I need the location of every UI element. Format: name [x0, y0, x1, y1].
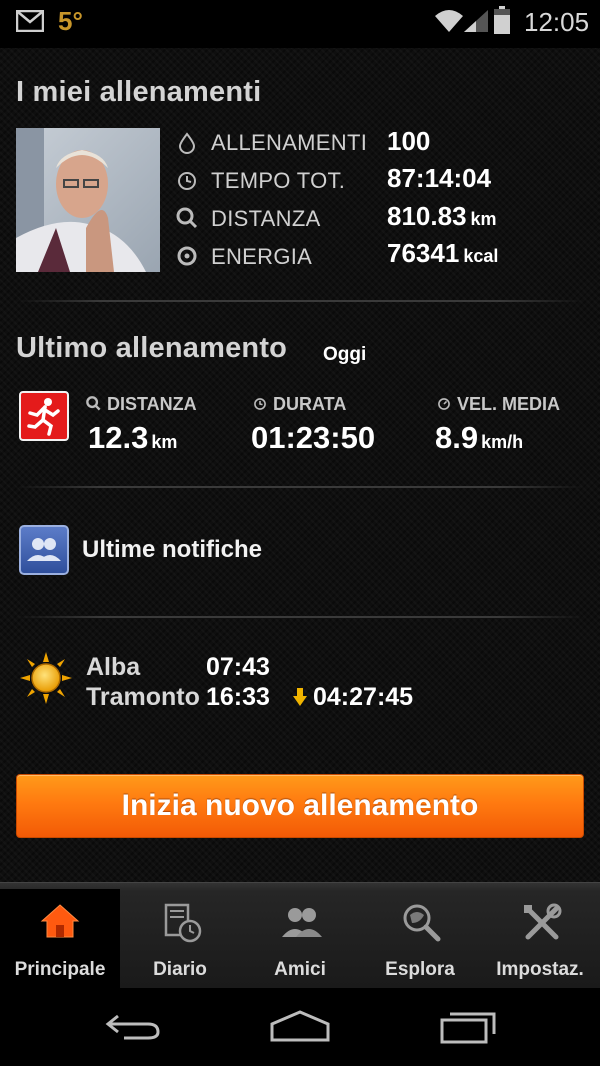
weather-temperature: 5°	[58, 6, 83, 36]
energy-icon	[177, 246, 197, 266]
tab-settings[interactable]: Impostaz.	[480, 889, 600, 989]
day-length: 04:27:45	[293, 683, 413, 712]
speed-icon	[438, 398, 450, 410]
stat-value-distance: 810.83 km	[387, 201, 497, 231]
last-speed-value: 8.9 km/h	[435, 420, 524, 455]
friends-icon[interactable]	[19, 525, 69, 575]
tab-home[interactable]: Principale	[0, 889, 120, 989]
stat-label-total-time: TEMPO TOT.	[211, 168, 346, 193]
sunrise-time: 07:43	[206, 653, 270, 681]
back-icon[interactable]	[104, 1006, 164, 1046]
drop-icon	[178, 132, 196, 154]
sunset-label: Tramonto	[86, 683, 200, 711]
last-distance-label: DISTANZA	[86, 394, 197, 415]
diary-icon	[164, 903, 202, 943]
last-distance-value: 12.3 km	[88, 420, 178, 455]
user-photo	[16, 128, 160, 272]
battery-icon	[494, 6, 510, 34]
last-duration-label: DURATA	[253, 394, 346, 415]
home-nav-icon[interactable]	[268, 1006, 332, 1046]
clock-icon	[178, 172, 196, 190]
sun-icon	[20, 652, 72, 704]
last-speed-label: VEL. MEDIA	[437, 394, 560, 415]
tab-diary[interactable]: Diario	[120, 889, 240, 989]
divider	[16, 300, 584, 302]
notifications-link[interactable]: Ultime notifiche	[82, 536, 262, 564]
system-nav-bar	[0, 988, 600, 1066]
stat-label-workouts: ALLENAMENTI	[211, 130, 368, 155]
gmail-icon	[16, 10, 44, 32]
stat-value-energy: 76341 kcal	[387, 238, 499, 268]
last-duration-value: 01:23:50	[251, 420, 376, 455]
friends-icon	[282, 908, 322, 937]
divider	[16, 616, 584, 618]
tab-friends[interactable]: Amici	[240, 889, 360, 989]
start-workout-button[interactable]: Inizia nuovo allenamento	[16, 774, 584, 838]
profile-section-title[interactable]: I miei allenamenti	[16, 76, 261, 109]
last-workout-title[interactable]: Ultimo allenamento	[16, 332, 287, 365]
arrow-down-icon	[293, 688, 307, 706]
sunrise-label: Alba	[86, 653, 141, 681]
clock-time: 12:05	[524, 7, 590, 37]
stat-value-workouts: 100	[387, 126, 431, 156]
tab-explore[interactable]: Esplora	[360, 889, 480, 989]
distance-icon	[176, 207, 198, 229]
status-bar: 5° 12:05	[0, 0, 600, 48]
last-workout-date: Oggi	[323, 344, 367, 365]
settings-icon	[524, 903, 562, 940]
signal-icon	[464, 10, 488, 32]
wifi-icon	[435, 10, 463, 32]
explore-icon	[403, 904, 441, 942]
stat-value-total-time: 87:14:04	[387, 163, 492, 193]
home-icon	[40, 904, 80, 938]
clock-icon	[254, 398, 266, 410]
recent-apps-icon[interactable]	[438, 1006, 498, 1046]
bottom-tab-bar: Principale Diario Amici Esplora Impostaz…	[0, 882, 600, 989]
running-icon	[19, 391, 69, 441]
divider	[16, 486, 584, 488]
main-content: I miei allenamenti ALLENAMENTI 100 TEMPO…	[0, 48, 600, 882]
distance-icon	[86, 396, 101, 411]
avatar[interactable]	[16, 128, 160, 272]
stat-label-energy: ENERGIA	[211, 244, 313, 269]
stat-label-distance: DISTANZA	[211, 206, 321, 231]
sunset-time: 16:33	[206, 683, 270, 711]
